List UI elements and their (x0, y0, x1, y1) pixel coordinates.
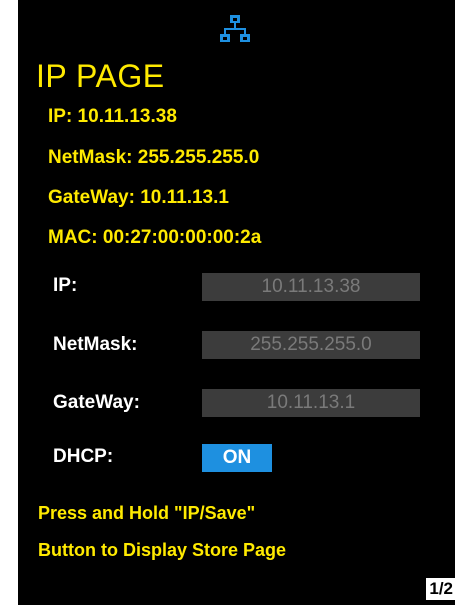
dhcp-label: DHCP: (53, 446, 114, 467)
hint-line-1: Press and Hold "IP/Save" (38, 503, 256, 523)
gateway-label: GateWay: (53, 392, 140, 413)
ip-field[interactable]: 10.11.13.38 (202, 273, 420, 301)
page-title: IP PAGE (36, 58, 165, 94)
gateway-field[interactable]: 10.11.13.1 (202, 389, 420, 417)
device-screen: IP PAGE IP: 10.11.13.38 NetMask: 255.255… (18, 0, 455, 605)
current-ip-text: IP: 10.11.13.38 (48, 106, 177, 127)
current-netmask-text: NetMask: 255.255.255.0 (48, 147, 260, 168)
netmask-label: NetMask: (53, 334, 138, 355)
hint-line-2: Button to Display Store Page (38, 540, 287, 560)
page-indicator: 1/2 (426, 578, 455, 600)
current-gateway-text: GateWay: 10.11.13.1 (48, 187, 229, 208)
network-icon (220, 15, 250, 42)
current-mac-text: MAC: 00:27:00:00:00:2a (48, 227, 262, 248)
dhcp-toggle[interactable]: ON (202, 444, 272, 472)
netmask-field[interactable]: 255.255.255.0 (202, 331, 420, 359)
ip-label: IP: (53, 275, 78, 296)
